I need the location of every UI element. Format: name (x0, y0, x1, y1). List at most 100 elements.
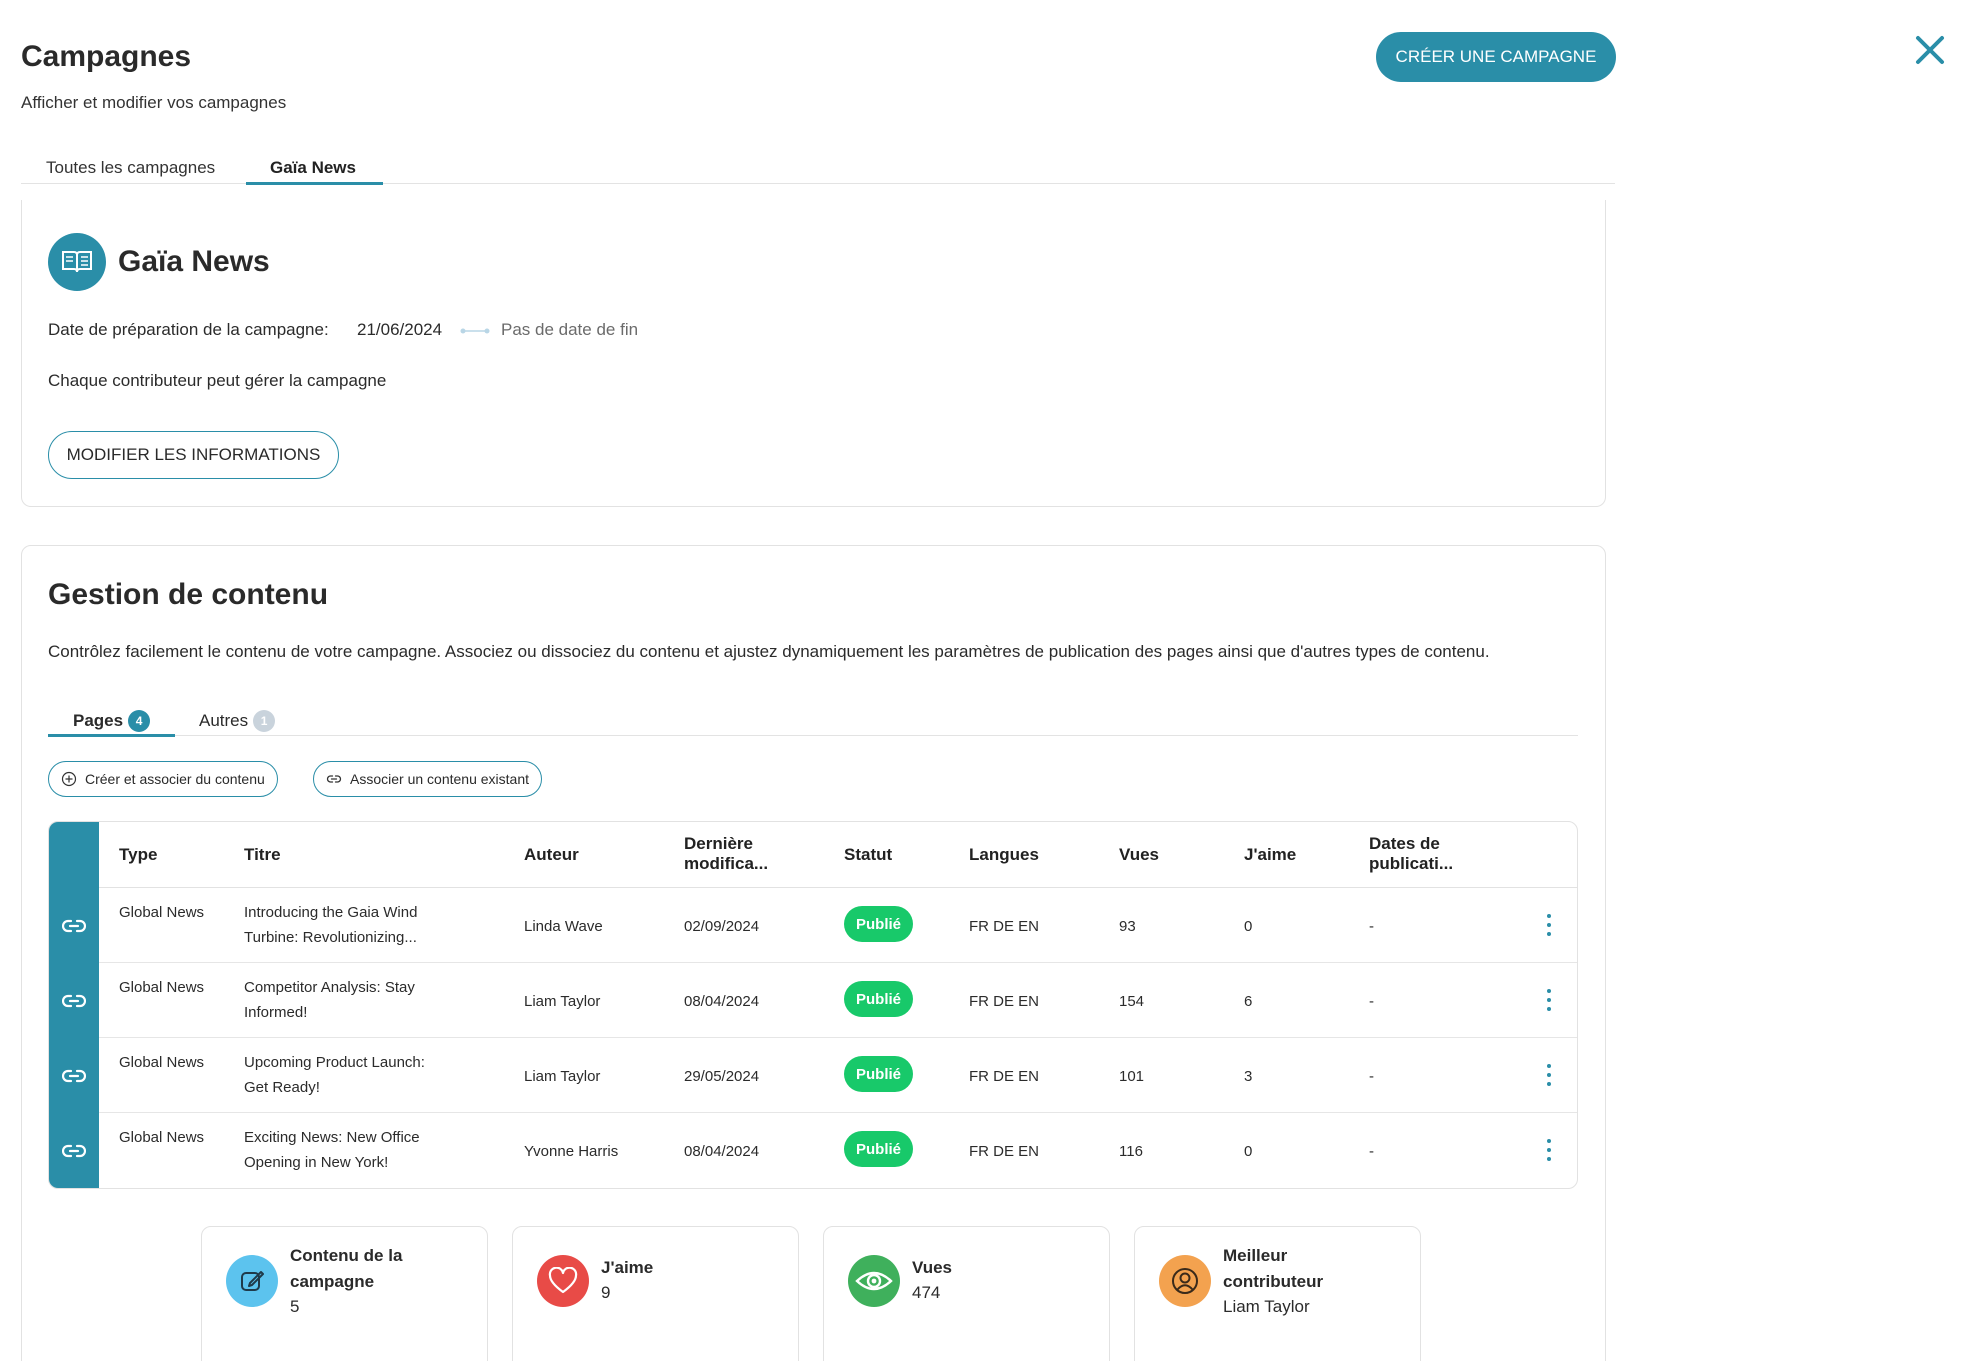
stat-label: Meilleur contributeur (1223, 1246, 1324, 1291)
create-associate-button[interactable]: Créer et associer du contenu (48, 761, 278, 797)
cell-views: 154 (1119, 993, 1145, 1010)
heart-icon (537, 1255, 589, 1307)
cell-author: Linda Wave (524, 918, 603, 935)
header-type[interactable]: Type (119, 845, 157, 865)
cell-views: 116 (1119, 1143, 1143, 1160)
tab-others-label: Autres (199, 711, 249, 730)
start-date: 21/06/2024 (357, 320, 443, 339)
associate-existing-button[interactable]: Associer un contenu existant (313, 761, 542, 797)
table-row[interactable]: Global News Competitor Analysis: Stay In… (49, 963, 1577, 1038)
close-icon[interactable] (1910, 30, 1950, 70)
cell-likes: 0 (1244, 1143, 1253, 1160)
link-icon[interactable] (49, 888, 99, 963)
more-options-icon[interactable] (1539, 1060, 1559, 1090)
cell-author: Yvonne Harris (524, 1143, 619, 1160)
header-likes[interactable]: J'aime (1244, 845, 1296, 865)
tab-pages-label: Pages (73, 711, 124, 730)
header-author[interactable]: Auteur (524, 845, 579, 865)
header-status[interactable]: Statut (844, 845, 892, 865)
status-badge: Publié (844, 981, 914, 1017)
header-title[interactable]: Titre (244, 845, 281, 865)
associate-existing-label: Associer un contenu existant (350, 771, 529, 787)
stat-top-contributor: Meilleur contributeur Liam Taylor (1134, 1226, 1421, 1361)
modify-info-button[interactable]: MODIFIER LES INFORMATIONS (48, 431, 339, 479)
create-associate-label: Créer et associer du contenu (85, 771, 265, 787)
cell-publication-dates: - (1369, 993, 1374, 1010)
stat-label: J'aime (601, 1258, 654, 1277)
cell-modified: 08/04/2024 (684, 1143, 760, 1160)
cell-languages: FR DE EN (969, 918, 1040, 935)
cell-likes: 6 (1244, 993, 1253, 1010)
cell-type: Global News (119, 904, 205, 921)
cell-title[interactable]: Upcoming Product Launch: Get Ready! (244, 1050, 444, 1100)
status-badge: Publié (844, 1056, 914, 1092)
cell-modified: 02/09/2024 (684, 918, 760, 935)
content-section-title: Gestion de contenu (48, 578, 329, 611)
content-table: Type Titre Auteur Dernière modifica... S… (48, 821, 1578, 1189)
cell-author: Liam Taylor (524, 993, 601, 1010)
link-icon[interactable] (49, 1113, 99, 1188)
page-title: Campagnes (21, 40, 192, 73)
cell-languages: FR DE EN (969, 1143, 1040, 1160)
header-languages[interactable]: Langues (969, 845, 1039, 865)
stat-label: Vues (912, 1258, 953, 1277)
campaign-tabs: Toutes les campagnes Gaïa News (21, 150, 1615, 185)
more-options-icon[interactable] (1539, 985, 1559, 1015)
stat-campaign-content: Contenu de la campagne 5 (201, 1226, 488, 1361)
pages-count-badge: 4 (128, 710, 151, 732)
cell-likes: 3 (1244, 1068, 1253, 1085)
table-header: Type Titre Auteur Dernière modifica... S… (99, 822, 1577, 888)
cell-modified: 08/04/2024 (684, 993, 760, 1010)
cell-title[interactable]: Exciting News: New Office Opening in New… (244, 1125, 444, 1175)
cell-author: Liam Taylor (524, 1068, 601, 1085)
link-icon[interactable] (49, 1038, 99, 1113)
campaign-info-card: Gaïa News Date de préparation de la camp… (21, 200, 1606, 507)
link-icon[interactable] (49, 963, 99, 1038)
cell-languages: FR DE EN (969, 993, 1040, 1010)
link-icon (326, 775, 342, 783)
tab-others[interactable]: Autres 1 (199, 710, 276, 732)
user-icon (1159, 1255, 1211, 1307)
cell-publication-dates: - (1369, 1143, 1374, 1160)
cell-type: Global News (119, 1129, 205, 1146)
table-row[interactable]: Global News Upcoming Product Launch: Get… (49, 1038, 1577, 1113)
open-book-icon (48, 233, 106, 291)
status-badge: Publié (844, 906, 914, 942)
active-subtab-indicator (48, 734, 175, 737)
more-options-icon[interactable] (1539, 1135, 1559, 1165)
plus-circle-icon (61, 771, 77, 787)
tab-gaia-news[interactable]: Gaïa News (270, 158, 356, 178)
cell-title[interactable]: Competitor Analysis: Stay Informed! (244, 975, 444, 1025)
cell-publication-dates: - (1369, 1068, 1374, 1085)
stat-value: 9 (601, 1283, 611, 1302)
header-publication-dates[interactable]: Dates de publicati... (1369, 834, 1479, 874)
table-row[interactable]: Global News Introducing the Gaia Wind Tu… (49, 888, 1577, 963)
create-campaign-button[interactable]: CRÉER UNE CAMPAGNE (1376, 32, 1616, 82)
end-date: Pas de date de fin (501, 320, 639, 339)
campaign-permission: Chaque contributeur peut gérer la campag… (48, 371, 387, 390)
content-section-description: Contrôlez facilement le contenu de votre… (48, 642, 1490, 661)
content-tabs: Pages 4 Autres 1 (48, 702, 1578, 737)
others-count-badge: 1 (253, 710, 276, 732)
cell-type: Global News (119, 979, 205, 996)
campaign-name: Gaïa News (118, 245, 270, 278)
header-views[interactable]: Vues (1119, 845, 1159, 865)
cell-languages: FR DE EN (969, 1068, 1040, 1085)
stat-label: Contenu de la campagne (290, 1246, 403, 1291)
cell-title[interactable]: Introducing the Gaia Wind Turbine: Revol… (244, 900, 444, 950)
stat-value: 5 (290, 1297, 300, 1316)
tab-all-campaigns[interactable]: Toutes les campagnes (46, 158, 215, 178)
edit-document-icon (226, 1255, 278, 1307)
more-options-icon[interactable] (1539, 910, 1559, 940)
header-last-modified[interactable]: Dernière modifica... (684, 834, 794, 874)
cell-views: 93 (1119, 918, 1136, 935)
table-row[interactable]: Global News Exciting News: New Office Op… (49, 1113, 1577, 1188)
cell-publication-dates: - (1369, 918, 1374, 935)
cell-likes: 0 (1244, 918, 1253, 935)
page-subtitle: Afficher et modifier vos campagnes (21, 93, 287, 112)
eye-icon (848, 1255, 900, 1307)
cell-modified: 29/05/2024 (684, 1068, 760, 1085)
date-range-connector (460, 328, 490, 334)
tab-pages[interactable]: Pages 4 (73, 710, 151, 732)
preparation-date-label: Date de préparation de la campagne: (48, 320, 329, 339)
